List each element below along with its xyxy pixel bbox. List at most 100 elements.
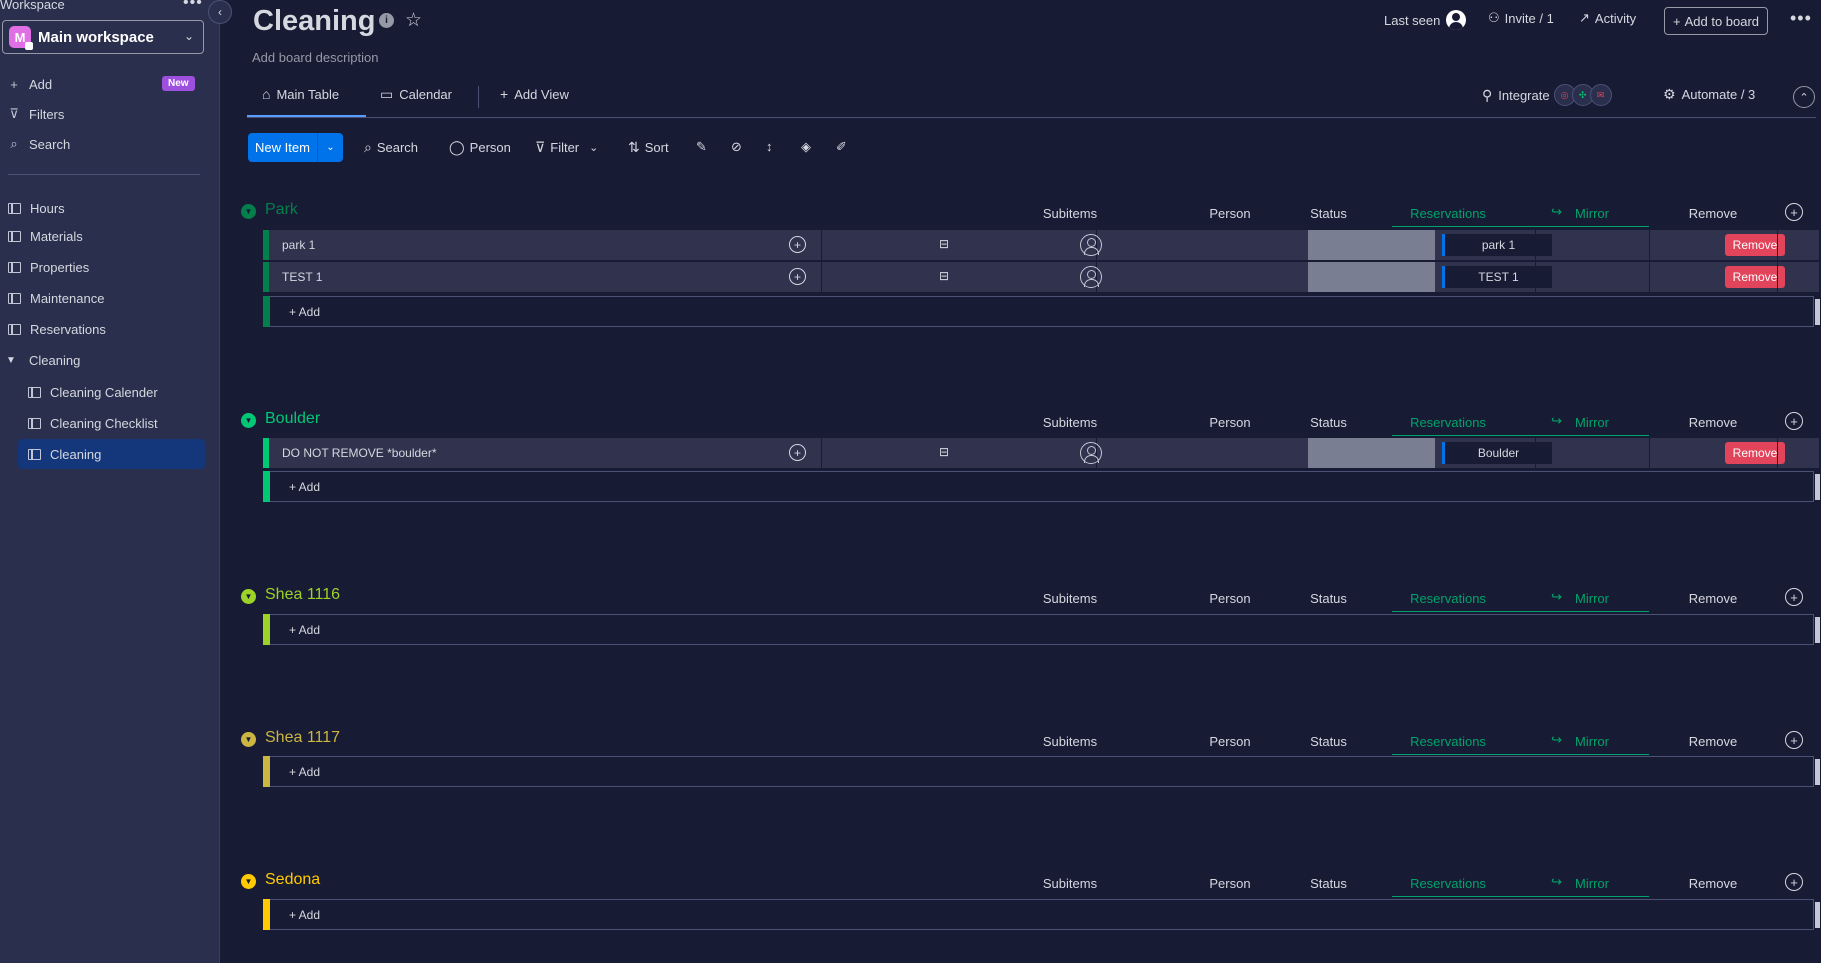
sidebar-item-properties[interactable]: Properties <box>8 257 89 277</box>
status-cell[interactable] <box>1308 438 1435 468</box>
search-button[interactable]: ⌕ Search <box>364 139 418 156</box>
column-status[interactable]: Status <box>1265 206 1392 221</box>
row-height-icon[interactable]: ↕ <box>766 139 773 154</box>
remove-button[interactable]: Remove <box>1725 442 1785 464</box>
filter-button[interactable]: ⊽ Filter ⌄ <box>535 139 598 156</box>
column-person[interactable]: Person <box>1187 876 1273 891</box>
column-subitems[interactable]: Subitems <box>1011 206 1129 221</box>
add-update-icon[interactable]: + <box>789 236 806 253</box>
column-subitems[interactable]: Subitems <box>1011 591 1129 606</box>
activity-button[interactable]: ↗ Activity <box>1579 10 1636 26</box>
add-item-row[interactable]: + Add <box>263 296 1820 327</box>
add-update-icon[interactable]: + <box>789 444 806 461</box>
edit-icon[interactable]: ✐ <box>836 139 847 155</box>
chevron-down-icon[interactable]: ▼ <box>241 413 256 428</box>
add-update-icon[interactable]: + <box>789 268 806 285</box>
column-status[interactable]: Status <box>1265 415 1392 430</box>
status-cell[interactable] <box>1308 230 1435 260</box>
sidebar-add-button[interactable]: + Add <box>6 77 52 92</box>
sidebar-folder-cleaning[interactable]: ▼ Cleaning <box>6 353 80 368</box>
column-mirror[interactable]: Mirror <box>1535 734 1649 749</box>
board-description[interactable]: Add board description <box>252 50 378 65</box>
chevron-down-icon[interactable]: ▼ <box>241 874 256 889</box>
add-column-button[interactable]: + <box>1785 588 1803 606</box>
column-reservations[interactable]: Reservations <box>1392 415 1504 430</box>
column-status[interactable]: Status <box>1265 876 1392 891</box>
column-remove[interactable]: Remove <box>1649 415 1777 430</box>
group-title[interactable]: Sedona <box>265 871 320 889</box>
person-filter-button[interactable]: ◯ Person <box>449 139 511 156</box>
group-title[interactable]: Shea 1116 <box>265 586 340 604</box>
add-column-button[interactable]: + <box>1785 731 1803 749</box>
column-subitems[interactable]: Subitems <box>1011 876 1129 891</box>
table-row[interactable]: DO NOT REMOVE *boulder* + ⊟ Boulder Remo… <box>263 438 1819 469</box>
column-person[interactable]: Person <box>1187 415 1273 430</box>
column-status[interactable]: Status <box>1265 734 1392 749</box>
page-title[interactable]: Cleaning <box>253 5 375 38</box>
table-row[interactable]: TEST 1 + ⊟ TEST 1 Remove <box>263 262 1819 293</box>
column-mirror[interactable]: Mirror <box>1535 206 1649 221</box>
column-person[interactable]: Person <box>1187 206 1273 221</box>
tab-main-table[interactable]: ⌂ Main Table <box>262 86 339 102</box>
sidebar-filters-button[interactable]: ⊽ Filters <box>6 106 64 122</box>
add-item-row[interactable]: + Add <box>263 614 1820 645</box>
status-cell[interactable] <box>1308 262 1435 292</box>
column-reservations[interactable]: Reservations <box>1392 876 1504 891</box>
sidebar-item-cleaning[interactable]: Cleaning <box>18 439 205 469</box>
column-reservations[interactable]: Reservations <box>1392 206 1504 221</box>
person-icon[interactable] <box>1080 442 1102 464</box>
add-to-board-button[interactable]: + Add to board <box>1664 7 1769 35</box>
tab-calendar[interactable]: ▭ Calendar <box>380 86 452 103</box>
subitems-icon[interactable]: ⊟ <box>939 445 949 459</box>
group-title[interactable]: Shea 1117 <box>265 729 340 747</box>
add-item-row[interactable]: + Add <box>263 471 1820 502</box>
column-reservations[interactable]: Reservations <box>1392 591 1504 606</box>
workspace-more-icon[interactable]: ••• <box>183 0 203 12</box>
column-mirror[interactable]: Mirror <box>1535 876 1649 891</box>
sidebar-item-reservations[interactable]: Reservations <box>8 319 106 339</box>
column-subitems[interactable]: Subitems <box>1011 415 1129 430</box>
info-icon[interactable]: i <box>379 13 394 28</box>
column-remove[interactable]: Remove <box>1649 876 1777 891</box>
workspace-selector[interactable]: M Main workspace ⌄ <box>2 20 204 54</box>
remove-button[interactable]: Remove <box>1725 234 1785 256</box>
table-row[interactable]: park 1 + ⊟ park 1 Remove <box>263 230 1819 261</box>
sidebar-item-materials[interactable]: Materials <box>8 226 83 246</box>
hide-icon[interactable]: ⊘ <box>731 139 742 155</box>
last-seen-button[interactable]: Last seen <box>1384 10 1467 30</box>
column-status[interactable]: Status <box>1265 591 1392 606</box>
collapse-header-button[interactable]: ⌃ <box>1793 86 1815 108</box>
pin-icon[interactable]: ✎ <box>696 139 707 155</box>
column-person[interactable]: Person <box>1187 734 1273 749</box>
group-title[interactable]: Park <box>265 201 298 219</box>
column-remove[interactable]: Remove <box>1649 734 1777 749</box>
chevron-down-icon[interactable]: ⌄ <box>318 133 343 162</box>
sidebar-search-button[interactable]: ⌕ Search <box>6 136 70 152</box>
sidebar-item-cleaning-calender[interactable]: Cleaning Calender <box>28 382 158 402</box>
column-remove[interactable]: Remove <box>1649 591 1777 606</box>
add-column-button[interactable]: + <box>1785 412 1803 430</box>
integrate-button[interactable]: ⚲ Integrate ◎ ✣ ✉ <box>1482 84 1612 106</box>
remove-button[interactable]: Remove <box>1725 266 1785 288</box>
invite-button[interactable]: ⚇ Invite / 1 <box>1488 10 1554 26</box>
sidebar-item-cleaning-checklist[interactable]: Cleaning Checklist <box>28 413 158 433</box>
subitems-icon[interactable]: ⊟ <box>939 237 949 251</box>
column-remove[interactable]: Remove <box>1649 206 1777 221</box>
person-icon[interactable] <box>1080 266 1102 288</box>
sidebar-item-maintenance[interactable]: Maintenance <box>8 288 104 308</box>
column-subitems[interactable]: Subitems <box>1011 734 1129 749</box>
add-column-button[interactable]: + <box>1785 873 1803 891</box>
automate-button[interactable]: ⚙ Automate / 3 <box>1663 86 1755 103</box>
item-name[interactable]: TEST 1 <box>282 270 322 284</box>
add-item-row[interactable]: + Add <box>263 899 1820 930</box>
new-item-button[interactable]: New Item ⌄ <box>248 133 343 162</box>
add-column-button[interactable]: + <box>1785 203 1803 221</box>
column-mirror[interactable]: Mirror <box>1535 591 1649 606</box>
add-view-button[interactable]: + Add View <box>500 86 569 102</box>
star-icon[interactable]: ☆ <box>405 9 422 32</box>
column-reservations[interactable]: Reservations <box>1392 734 1504 749</box>
chevron-down-icon[interactable]: ▼ <box>241 589 256 604</box>
item-name[interactable]: park 1 <box>282 238 315 252</box>
item-name[interactable]: DO NOT REMOVE *boulder* <box>282 446 437 460</box>
chevron-down-icon[interactable]: ▼ <box>241 204 256 219</box>
